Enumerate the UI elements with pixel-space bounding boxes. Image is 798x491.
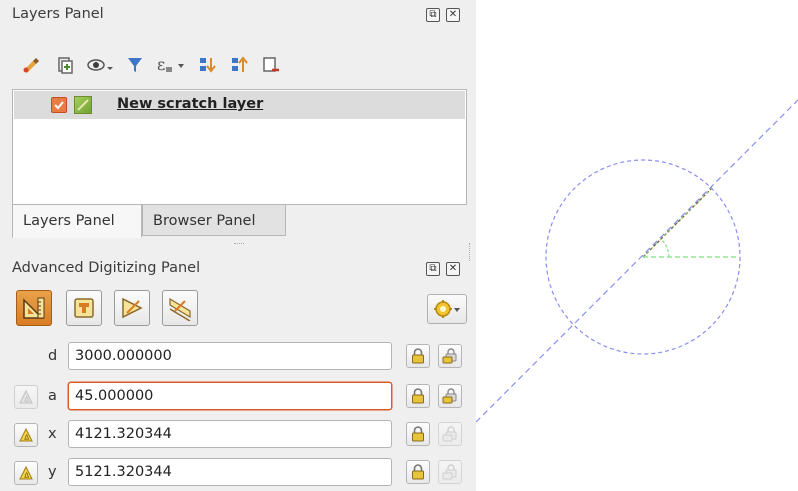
lock-icon bbox=[412, 426, 424, 442]
tab-layers-panel[interactable]: Layers Panel bbox=[12, 205, 142, 238]
style-manager-icon[interactable] bbox=[18, 52, 44, 78]
repeat-lock-icon bbox=[442, 426, 457, 442]
close-panel-icon[interactable]: ✕ bbox=[446, 8, 460, 22]
relative-delta-icon: Δ bbox=[19, 465, 33, 480]
parallel-button[interactable] bbox=[114, 290, 150, 326]
lock-icon bbox=[412, 348, 424, 364]
y-repeat-lock-button[interactable] bbox=[438, 460, 462, 484]
close-panel-icon[interactable]: ✕ bbox=[446, 262, 460, 276]
angle-input[interactable] bbox=[68, 382, 392, 410]
map-canvas[interactable] bbox=[475, 0, 798, 491]
x-row: Δ x bbox=[12, 420, 472, 450]
y-relative-button[interactable]: Δ bbox=[14, 461, 38, 485]
layers-panel-titlebar: Layers Panel ⧉ ✕ bbox=[0, 0, 476, 28]
layer-row[interactable]: New scratch layer bbox=[14, 91, 465, 119]
gear-dropdown-icon bbox=[434, 300, 460, 318]
adv-digitizing-titlebar: Advanced Digitizing Panel ⧉ ✕ bbox=[0, 254, 476, 282]
filter-legend-icon[interactable] bbox=[122, 52, 148, 78]
angle-label: a bbox=[48, 388, 57, 404]
filter-expression-icon[interactable]: ε bbox=[154, 52, 188, 78]
angle-arc bbox=[660, 238, 670, 258]
settings-dropdown-button[interactable] bbox=[427, 294, 467, 324]
x-label: x bbox=[48, 426, 57, 442]
lock-icon bbox=[412, 388, 424, 404]
construction-mode-icon bbox=[74, 298, 94, 318]
dock-panels: Layers Panel ⧉ ✕ ε New scratch layer Lay… bbox=[0, 0, 476, 491]
relative-angle-icon: Δ bbox=[19, 389, 33, 404]
svg-text:ε: ε bbox=[157, 55, 165, 74]
y-row: Δ y bbox=[12, 458, 472, 488]
enable-advanced-digitizing-icon bbox=[23, 297, 45, 319]
x-lock-button[interactable] bbox=[406, 422, 430, 446]
angle-repeat-lock-button[interactable] bbox=[438, 384, 462, 408]
svg-text:Δ: Δ bbox=[24, 472, 29, 480]
distance-row: d bbox=[12, 342, 472, 372]
expand-all-icon[interactable] bbox=[194, 52, 220, 78]
svg-text:Δ: Δ bbox=[24, 396, 29, 404]
collapse-all-icon[interactable] bbox=[226, 52, 252, 78]
perpendicular-icon bbox=[169, 297, 191, 321]
svg-text:Δ: Δ bbox=[24, 434, 29, 442]
parallel-icon bbox=[122, 297, 143, 319]
distance-label: d bbox=[48, 348, 58, 364]
float-panel-icon[interactable]: ⧉ bbox=[426, 8, 440, 22]
lock-icon bbox=[412, 464, 424, 480]
tab-browser-panel[interactable]: Browser Panel bbox=[142, 205, 286, 236]
layer-name[interactable]: New scratch layer bbox=[117, 96, 263, 112]
repeat-lock-icon bbox=[442, 464, 457, 480]
angle-relative-button[interactable]: Δ bbox=[14, 385, 38, 409]
layer-visibility-checkbox[interactable] bbox=[51, 97, 67, 113]
x-repeat-lock-button[interactable] bbox=[438, 422, 462, 446]
perpendicular-button[interactable] bbox=[162, 290, 198, 326]
line-layer-icon bbox=[74, 96, 92, 114]
digitizing-mode-toolbar bbox=[12, 290, 472, 330]
x-relative-button[interactable]: Δ bbox=[14, 423, 38, 447]
repeat-lock-icon bbox=[442, 388, 457, 404]
canvas-drawing bbox=[475, 99, 798, 423]
angle-row: Δ a bbox=[12, 382, 472, 412]
construction-mode-button[interactable] bbox=[66, 290, 102, 326]
distance-lock-button[interactable] bbox=[406, 344, 430, 368]
y-input[interactable] bbox=[68, 458, 392, 486]
y-lock-button[interactable] bbox=[406, 460, 430, 484]
add-group-icon[interactable] bbox=[52, 52, 78, 78]
remove-layer-icon[interactable] bbox=[258, 52, 284, 78]
visibility-eye-icon[interactable] bbox=[84, 52, 118, 78]
float-panel-icon[interactable]: ⧉ bbox=[426, 262, 440, 276]
angle-lock-button[interactable] bbox=[406, 384, 430, 408]
splitter-handle[interactable] bbox=[234, 243, 244, 247]
layers-toolbar: ε bbox=[18, 52, 458, 80]
adv-digitizing-title: Advanced Digitizing Panel bbox=[12, 260, 201, 276]
layers-panel-title: Layers Panel bbox=[12, 6, 104, 22]
angle-constraint-guide-line bbox=[475, 99, 798, 423]
y-label: y bbox=[48, 464, 57, 480]
relative-delta-icon: Δ bbox=[19, 427, 33, 442]
enable-advanced-digitizing-button[interactable] bbox=[16, 290, 52, 326]
repeat-lock-icon bbox=[442, 348, 457, 364]
distance-repeat-lock-button[interactable] bbox=[438, 344, 462, 368]
distance-input[interactable] bbox=[68, 342, 392, 370]
layer-tree: New scratch layer bbox=[12, 89, 467, 205]
x-input[interactable] bbox=[68, 420, 392, 448]
